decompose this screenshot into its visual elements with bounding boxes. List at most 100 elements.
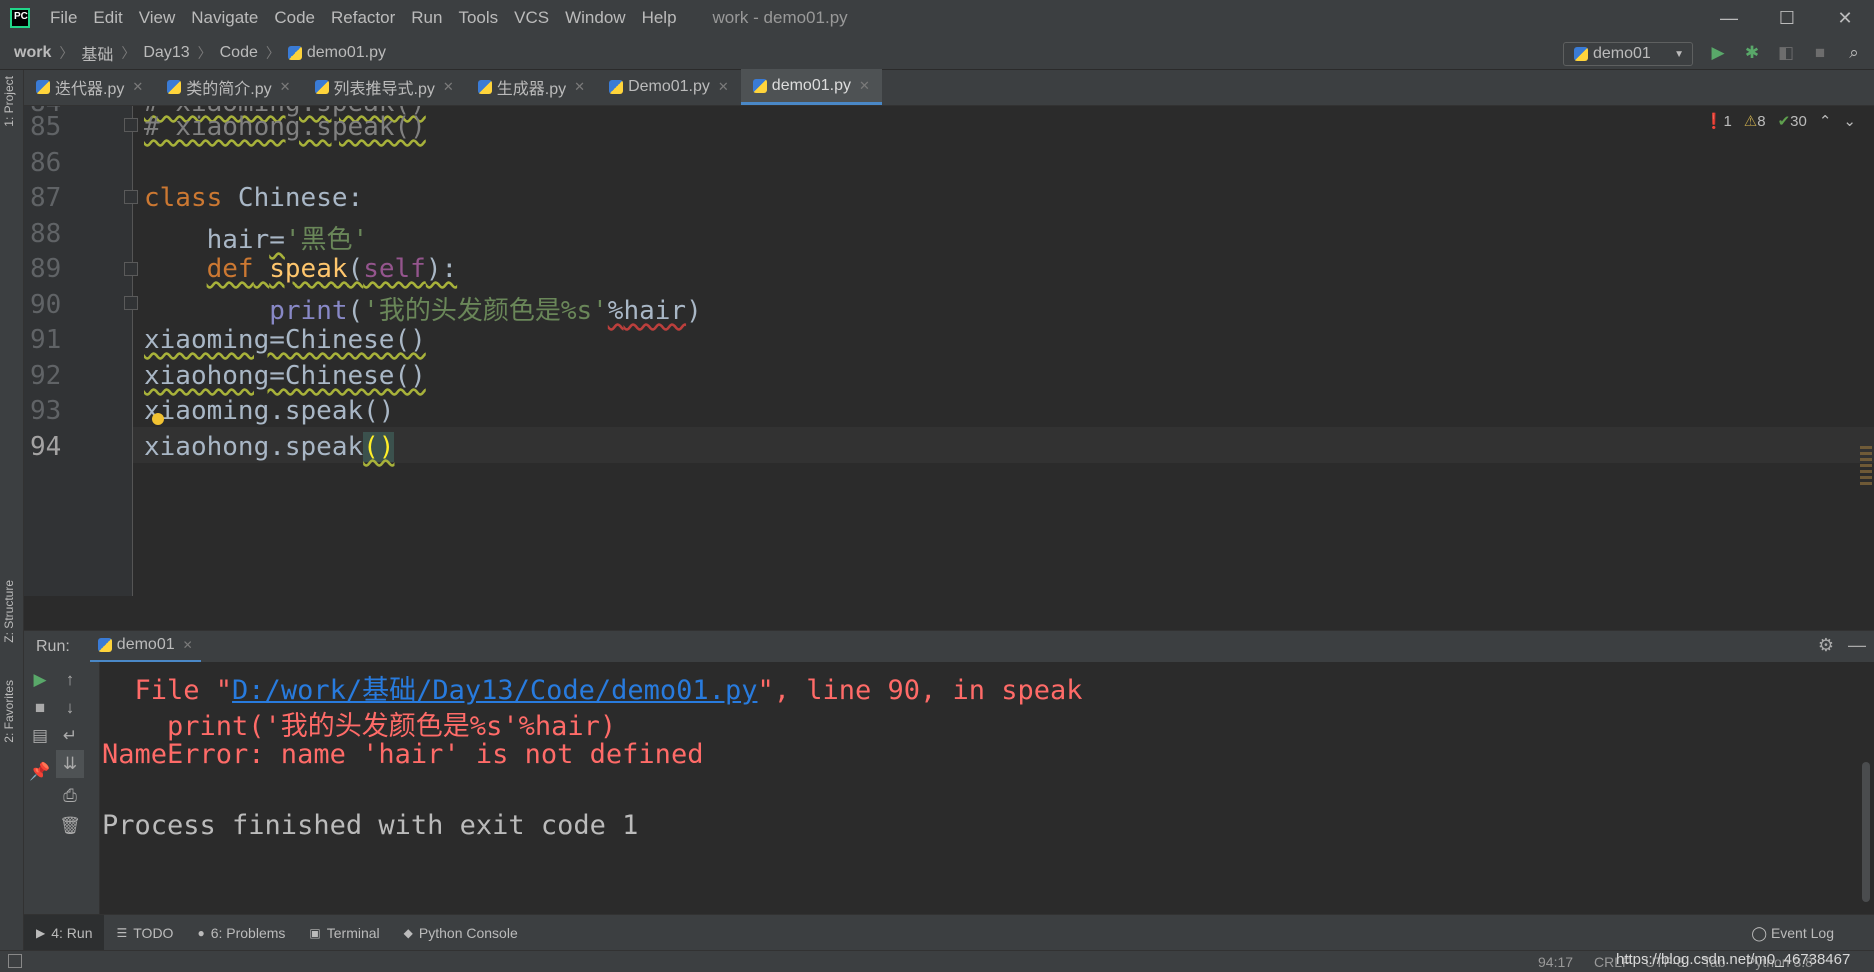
layout-icon[interactable]: ▤ [26,722,54,750]
menu-refactor[interactable]: Refactor [323,8,403,28]
menu-vcs[interactable]: VCS [506,8,557,28]
traceback-source-line: print('我的头发颜色是%s'%hair) [102,711,617,742]
caret-position[interactable]: 94:17 [1538,954,1573,970]
trash-icon[interactable]: 🗑 [56,812,84,840]
close-icon[interactable]: ✕ [280,79,291,95]
tab-demo01-active[interactable]: demo01.py ✕ [740,69,882,105]
close-window-button[interactable]: ✕ [1816,0,1874,36]
tab-label: 列表推导式.py [333,81,435,98]
fold-marker-icon[interactable] [124,262,138,276]
close-icon[interactable]: ✕ [859,78,870,94]
menu-file[interactable]: File [42,8,85,28]
string-literal: '黑色' [284,225,369,255]
string-literal: '我的头发颜色是%s' [363,296,608,326]
tab-todo[interactable]: ☰ TODO [104,915,185,951]
tab-problems[interactable]: ● 6: Problems [185,915,297,951]
run-tab-demo01[interactable]: demo01 ✕ [89,631,201,663]
code-line-85: # xiaohong.speak() [144,112,426,142]
pin-icon[interactable]: 📌 [26,758,54,786]
breadcrumb-work[interactable]: work [14,44,51,62]
soft-wrap-icon[interactable]: ↵ [56,722,84,750]
gutter-divider [132,106,133,596]
arrow-up-icon[interactable]: ↑ [56,666,84,694]
typo-count: ✔30 [1777,113,1807,130]
event-log-icon: ◯ [1751,925,1771,941]
toggle-tool-windows-icon[interactable] [8,954,22,968]
print-icon[interactable]: ⎙ [56,782,84,810]
coverage-button[interactable]: ◧ [1773,40,1799,66]
code-editor[interactable]: 84 85 86 87 88 89 90 91 92 93 94 # xiaom… [24,106,1874,596]
structure-tool-tab[interactable]: Z: Structure [2,580,16,643]
maximize-button[interactable]: ☐ [1758,0,1816,36]
line-number: 88 [30,219,62,249]
arrow-down-icon[interactable]: ↓ [56,694,84,722]
event-log-button[interactable]: ◯ Event Log [1751,925,1834,942]
lightbulb-icon[interactable] [152,413,164,425]
editor-tabs: 迭代器.py ✕ 类的简介.py ✕ 列表推导式.py ✕ 生成器.py ✕ D… [24,69,1874,106]
close-icon[interactable]: ✕ [132,79,143,95]
search-icon[interactable]: ⌕ [1841,40,1867,66]
hide-icon[interactable]: — [1848,635,1866,656]
paren-open: ( [347,296,364,326]
tab-liebiaotuidaoshi[interactable]: 列表推导式.py ✕ [303,69,466,105]
project-tool-tab[interactable]: 1: Project [2,76,16,127]
menu-run[interactable]: Run [403,8,450,28]
window-title: work - demo01.py [712,8,848,27]
tab-python-console[interactable]: ◆ Python Console [392,915,530,951]
tab-leidejianjie[interactable]: 类的简介.py ✕ [155,69,302,105]
run-tab-label: demo01 [116,636,175,653]
close-icon[interactable]: ✕ [718,79,729,95]
console-scrollbar[interactable] [1862,762,1870,902]
line-number-current: 94 [30,432,62,462]
menu-navigate[interactable]: Navigate [183,8,266,28]
breadcrumb-day13[interactable]: Day13 [143,44,189,62]
status-bar: 94:17 CRLF UTF-8 Tab Python 3.8 https://… [0,950,1874,972]
tab-terminal[interactable]: ▣ Terminal [297,915,391,951]
scrollbar-markers[interactable] [1860,446,1872,486]
breadcrumb-code[interactable]: Code [220,44,258,62]
file-link[interactable]: D:/work/基础/Day13/Code/demo01.py [232,675,757,706]
stop-button[interactable]: ■ [1807,40,1833,66]
tab-shengchengqi[interactable]: 生成器.py ✕ [466,69,597,105]
breadcrumb-file[interactable]: demo01.py [307,44,386,62]
scroll-to-end-icon[interactable]: ⇊ [56,750,84,778]
stop-button[interactable]: ■ [26,694,54,722]
menu-tools[interactable]: Tools [450,8,506,28]
debug-button[interactable]: ✱ [1739,40,1765,66]
chevron-up-icon[interactable]: ⌃ [1819,112,1832,130]
exit-message: Process finished with exit code 1 [102,810,639,841]
menu-help[interactable]: Help [634,8,685,28]
inspection-widget[interactable]: ❗1 ⚠8 ✔30 ⌃ ⌄ [1705,112,1856,130]
close-icon[interactable]: ✕ [574,79,585,95]
menu-window[interactable]: Window [557,8,633,28]
line-number: 86 [30,148,62,178]
line-number: 90 [30,290,62,320]
menu-code[interactable]: Code [266,8,323,28]
chevron-down-icon: ▼ [1674,48,1684,60]
fold-marker-icon[interactable] [124,190,138,204]
close-icon[interactable]: ✕ [183,638,193,652]
tab-diedaiqi[interactable]: 迭代器.py ✕ [24,69,155,105]
bottom-tool-tabs: ▶ 4: Run ☰ TODO ● 6: Problems ▣ Terminal ◆ Py… [24,914,1874,951]
run-console[interactable]: File "D:/work/基础/Day13/Code/demo01.py", … [100,662,1874,914]
tab-run[interactable]: ▶ 4: Run [24,914,105,951]
statement: xiaoming.speak() [144,396,395,426]
fold-marker-icon[interactable] [124,296,138,310]
list-icon: ☰ [116,925,128,940]
gear-icon[interactable]: ⚙ [1818,635,1834,656]
rerun-button[interactable]: ▶ [26,666,54,694]
tab-Demo01[interactable]: Demo01.py ✕ [597,69,741,105]
code-line-91: xiaoming=Chinese() [144,325,426,355]
run-button[interactable]: ▶ [1705,40,1731,66]
menu-edit[interactable]: Edit [85,8,130,28]
favorites-tool-tab[interactable]: 2: Favorites [2,680,16,743]
breadcrumb-jichu[interactable]: 基础 [81,41,113,65]
close-icon[interactable]: ✕ [443,79,454,95]
fold-marker-icon[interactable] [124,118,138,132]
menu-view[interactable]: View [131,8,184,28]
chevron-down-icon[interactable]: ⌄ [1843,112,1856,130]
run-config-selector[interactable]: demo01 ▼ [1563,42,1693,66]
minimize-button[interactable]: — [1700,0,1758,36]
chevron-right-icon: 〉 [59,44,74,61]
